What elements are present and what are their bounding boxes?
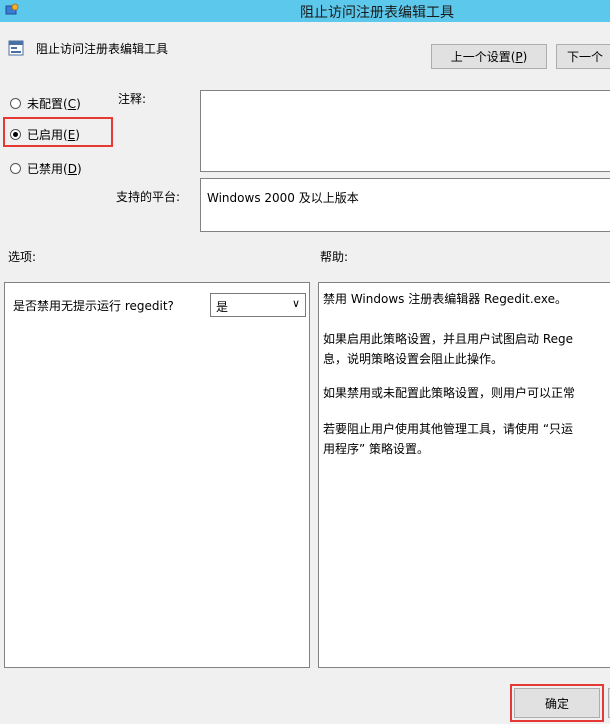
radio-not-configured-label: 未配置( — [27, 97, 68, 111]
next-setting-button[interactable]: 下一个 — [556, 44, 610, 69]
policy-setting-icon — [8, 40, 24, 56]
policy-name: 阻止访问注册表编辑工具 — [36, 42, 169, 56]
help-text-line: 用程序” 策略设置。 — [323, 442, 430, 456]
window-title: 阻止访问注册表编辑工具 — [300, 5, 454, 21]
radio-not-configured-accel: C — [67, 96, 77, 111]
help-text-line: 如果禁用或未配置此策略设置，则用户可以正常 — [323, 386, 576, 400]
options-pane: 是否禁用无提示运行 regedit? 是 ∨ — [4, 282, 310, 668]
help-text-line: 息，说明策略设置会阻止此操作。 — [323, 352, 504, 366]
regedit-dropdown-value: 是 — [216, 300, 229, 314]
supported-platform-field: Windows 2000 及以上版本 — [200, 178, 610, 232]
comment-textarea[interactable] — [200, 90, 610, 172]
radio-disabled-label: 已禁用( — [27, 162, 68, 176]
previous-setting-suffix: ) — [522, 49, 528, 64]
help-text-line: 若要阻止用户使用其他管理工具，请使用 “只运 — [323, 422, 574, 436]
previous-setting-button[interactable]: 上一个设置(P) — [431, 44, 547, 69]
radio-not-configured-suffix: ) — [76, 96, 81, 111]
radio-disabled[interactable]: 已禁用(D) — [10, 160, 82, 177]
regedit-dropdown[interactable]: 是 ∨ — [210, 293, 306, 317]
help-text-line: 如果启用此策略设置，并且用户试图启动 Rege — [323, 332, 573, 346]
enabled-highlight-box — [3, 117, 113, 147]
registry-tool-icon — [5, 3, 19, 15]
supported-platform-label: 支持的平台: — [116, 190, 181, 204]
comment-label: 注释: — [118, 92, 147, 106]
previous-setting-accel: P — [515, 49, 523, 64]
regedit-question-label: 是否禁用无提示运行 regedit? — [13, 299, 174, 313]
options-label: 选项: — [8, 250, 37, 264]
chevron-down-icon: ∨ — [291, 297, 300, 310]
radio-disabled-suffix: ) — [76, 161, 82, 176]
radio-not-configured-circle[interactable] — [10, 98, 21, 109]
radio-disabled-circle[interactable] — [10, 163, 21, 174]
next-setting-label: 下一个 — [567, 50, 604, 64]
help-pane[interactable]: 禁用 Windows 注册表编辑器 Regedit.exe。 如果启用此策略设置… — [318, 282, 610, 668]
previous-setting-label: 上一个设置( — [450, 50, 516, 64]
help-text-line: 禁用 Windows 注册表编辑器 Regedit.exe。 — [323, 292, 567, 306]
ok-highlight-box — [510, 684, 604, 722]
help-label: 帮助: — [320, 250, 349, 264]
supported-platform-value: Windows 2000 及以上版本 — [207, 191, 359, 205]
radio-not-configured[interactable]: 未配置(C) — [10, 95, 81, 112]
title-bar[interactable]: 阻止访问注册表编辑工具 — [0, 0, 610, 22]
radio-disabled-accel: D — [67, 161, 77, 176]
